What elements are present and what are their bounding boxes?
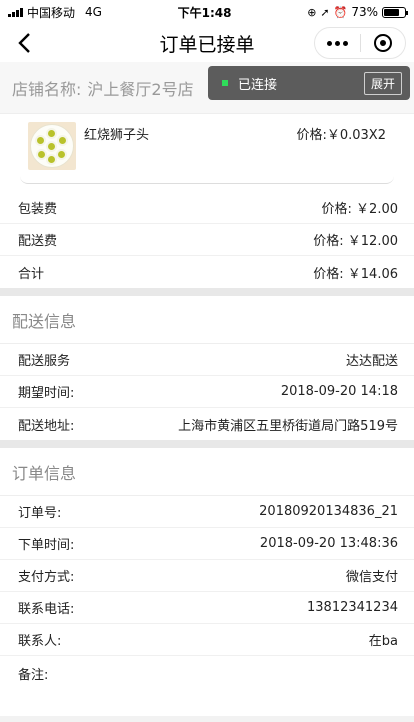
- delivery-row-service: 配送服务 达达配送: [0, 344, 414, 376]
- rotation-lock-icon: ⊕: [307, 5, 317, 19]
- order-row-time: 下单时间: 2018-09-20 13:48:36: [0, 528, 414, 560]
- delivery-section-title: 配送信息: [0, 296, 414, 344]
- order-row-number: 订单号: 20180920134836_21: [0, 496, 414, 528]
- row-label: 下单时间:: [18, 538, 75, 553]
- mini-program-capsule: [314, 27, 406, 59]
- order-content: 店铺名称: 沪上餐厅2号店 红烧狮子头 价格:￥0.03X2 包装费 价格: ￥…: [0, 62, 414, 716]
- order-row-payment: 支付方式: 微信支付: [0, 560, 414, 592]
- row-label: 订单号:: [18, 506, 62, 521]
- fee-row-packaging: 包装费 价格: ￥2.00: [0, 192, 414, 224]
- row-value: 13812341234: [307, 600, 398, 615]
- row-label: 联系电话:: [18, 602, 75, 617]
- network-type: 4G: [85, 5, 102, 19]
- carrier-name: 中国移动: [27, 5, 76, 20]
- status-time: 下午1:48: [177, 5, 232, 20]
- signal-icon: [8, 7, 23, 17]
- delivery-row-address: 配送地址: 上海市黄浦区五里桥街道局门路519号: [0, 408, 414, 440]
- status-right: ⊕ ➚ ⏰ 73%: [307, 5, 408, 19]
- delivery-row-time: 期望时间: 2018-09-20 14:18: [0, 376, 414, 408]
- order-row-phone: 联系电话: 13812341234: [0, 592, 414, 624]
- fee-label: 合计: [18, 266, 45, 282]
- expand-button[interactable]: 展开: [363, 71, 402, 95]
- row-label: 联系人:: [18, 634, 62, 649]
- order-row-contact: 联系人: 在ba: [0, 624, 414, 656]
- section-gap: [0, 440, 414, 448]
- battery-icon: [382, 6, 408, 18]
- close-program-icon[interactable]: [361, 34, 406, 52]
- fee-value: 价格: ￥12.00: [313, 234, 398, 249]
- toast-text: 已连接: [238, 77, 278, 93]
- dish-image: [28, 122, 76, 170]
- fee-label: 包装费: [18, 202, 58, 217]
- page-title: 订单已接单: [159, 33, 255, 56]
- status-left: 中国移动 4G: [8, 4, 102, 21]
- section-gap: [0, 288, 414, 296]
- alarm-icon: ⏰: [333, 5, 348, 19]
- fee-value: 价格: ￥2.00: [321, 202, 398, 217]
- row-value: 达达配送: [345, 354, 398, 369]
- fee-row-delivery: 配送费 价格: ￥12.00: [0, 224, 414, 256]
- order-section-title: 订单信息: [0, 448, 414, 496]
- item-name: 红烧狮子头: [84, 128, 150, 143]
- row-label: 备注:: [18, 668, 49, 683]
- status-led-icon: [222, 80, 228, 86]
- row-label: 支付方式:: [18, 570, 75, 585]
- row-value: 上海市黄浦区五里桥街道局门路519号: [178, 418, 398, 434]
- item-price: 价格:￥0.03X2: [296, 128, 386, 143]
- fee-value: 价格: ￥14.06: [313, 266, 398, 282]
- shop-label: 店铺名称:: [12, 79, 82, 99]
- row-value: 2018-09-20 14:18: [280, 384, 398, 399]
- row-value: 在ba: [368, 634, 398, 649]
- fee-row-total: 合计 价格: ￥14.06: [0, 256, 414, 288]
- fee-label: 配送费: [18, 234, 58, 249]
- nav-bar: 订单已接单: [0, 24, 414, 62]
- row-label: 期望时间:: [18, 386, 75, 401]
- more-icon[interactable]: [315, 40, 360, 46]
- battery-percent: 73%: [351, 5, 378, 19]
- row-value: 20180920134836_21: [259, 504, 398, 519]
- row-label: 配送地址:: [18, 418, 75, 434]
- location-icon: ➚: [320, 5, 330, 19]
- connection-toast: 已连接 展开: [208, 66, 410, 100]
- back-icon[interactable]: [12, 30, 38, 56]
- status-bar: 中国移动 4G 下午1:48 ⊕ ➚ ⏰ 73%: [0, 0, 414, 24]
- row-value: 微信支付: [345, 570, 398, 585]
- row-value: 2018-09-20 13:48:36: [259, 536, 398, 551]
- row-label: 配送服务: [18, 354, 71, 369]
- order-row-notes: 备注:: [0, 656, 414, 716]
- order-item: 红烧狮子头 价格:￥0.03X2: [20, 114, 394, 184]
- shop-name: 沪上餐厅2号店: [87, 79, 194, 99]
